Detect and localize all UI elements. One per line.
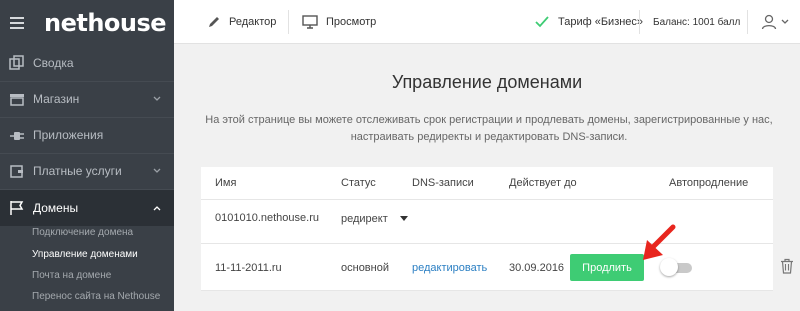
main-content: Управление доменами На этой странице вы … bbox=[174, 45, 800, 311]
header-status: Статус bbox=[341, 177, 376, 189]
sidebar-item-apps[interactable]: Приложения bbox=[0, 117, 174, 153]
wallet-icon bbox=[9, 163, 25, 179]
header-name: Имя bbox=[215, 177, 237, 189]
sidebar-item-store[interactable]: Магазин bbox=[0, 81, 174, 117]
sidebar-item-label: Домены bbox=[33, 201, 79, 215]
caret-down-icon bbox=[399, 216, 408, 221]
chevron-down-icon bbox=[153, 96, 161, 101]
sidebar: nethouse Сводка Магазин Приложения Платн… bbox=[0, 0, 174, 311]
subitem-site-transfer[interactable]: Перенос сайта на Nethouse bbox=[32, 291, 160, 302]
annotation-arrow-icon bbox=[643, 224, 676, 260]
status-value: основной bbox=[341, 262, 389, 274]
balance-link[interactable]: Баланс: 1001 балл bbox=[653, 0, 740, 44]
subitem-domain-mail[interactable]: Почта на домене bbox=[32, 270, 111, 281]
header-valid-until: Действует до bbox=[509, 177, 577, 189]
user-icon bbox=[761, 14, 777, 30]
user-menu-button[interactable] bbox=[761, 0, 790, 44]
header-autorenew: Автопродление bbox=[669, 177, 749, 189]
check-icon bbox=[535, 16, 549, 28]
monitor-icon bbox=[302, 15, 318, 29]
sidebar-item-label: Платные услуги bbox=[33, 164, 122, 178]
sidebar-item-label: Приложения bbox=[33, 128, 104, 142]
pencil-icon bbox=[209, 17, 219, 27]
sidebar-item-domains[interactable]: Домены bbox=[0, 190, 174, 226]
domain-name: 0101010.nethouse.ru bbox=[215, 212, 319, 224]
tariff-label: Тариф «Бизнес» bbox=[558, 16, 644, 28]
page-title: Управление доменами bbox=[391, 72, 583, 92]
balance-label: Баланс: 1001 балл bbox=[653, 16, 741, 28]
valid-until-date: 30.09.2016 bbox=[509, 262, 565, 274]
flag-icon bbox=[9, 200, 25, 216]
status-dropdown[interactable]: редирект bbox=[341, 213, 408, 225]
subitem-connect-domain[interactable]: Подключение домена bbox=[32, 227, 133, 238]
domain-name: 11-11-2011.ru bbox=[215, 262, 282, 274]
logo-bar: nethouse bbox=[0, 0, 174, 46]
preview-label: Просмотр bbox=[326, 16, 377, 28]
logo[interactable]: nethouse bbox=[44, 9, 167, 37]
copy-icon bbox=[9, 55, 25, 71]
plug-icon bbox=[9, 127, 25, 143]
tariff-link[interactable]: Тариф «Бизнес» bbox=[535, 0, 643, 44]
editor-button[interactable]: Редактор bbox=[207, 0, 276, 44]
subitem-manage-domains[interactable]: Управление доменами bbox=[32, 249, 138, 260]
editor-label: Редактор bbox=[229, 16, 277, 28]
sidebar-item-label: Магазин bbox=[33, 92, 80, 106]
status-value: редирект bbox=[341, 213, 388, 225]
menu-icon[interactable] bbox=[10, 17, 24, 29]
header-dns: DNS-записи bbox=[412, 177, 474, 189]
sidebar-item-label: Сводка bbox=[33, 56, 74, 70]
chevron-down-icon bbox=[781, 19, 789, 24]
preview-button[interactable]: Просмотр bbox=[302, 0, 376, 44]
renew-button[interactable]: Продлить bbox=[570, 254, 644, 281]
domains-table: Имя Статус DNS-записи Действует до Автоп… bbox=[201, 167, 793, 291]
chevron-down-icon bbox=[153, 168, 161, 173]
sidebar-item-summary[interactable]: Сводка bbox=[0, 45, 174, 81]
trash-icon[interactable] bbox=[779, 258, 795, 274]
edit-dns-link[interactable]: редактировать bbox=[412, 262, 487, 274]
page-description: На этой странице вы можете отслеживать с… bbox=[205, 114, 773, 143]
chevron-up-icon bbox=[153, 206, 161, 211]
top-bar: Редактор Просмотр Тариф «Бизнес» Баланс:… bbox=[174, 0, 800, 44]
store-icon bbox=[9, 91, 25, 107]
sidebar-item-paid-services[interactable]: Платные услуги bbox=[0, 153, 174, 189]
